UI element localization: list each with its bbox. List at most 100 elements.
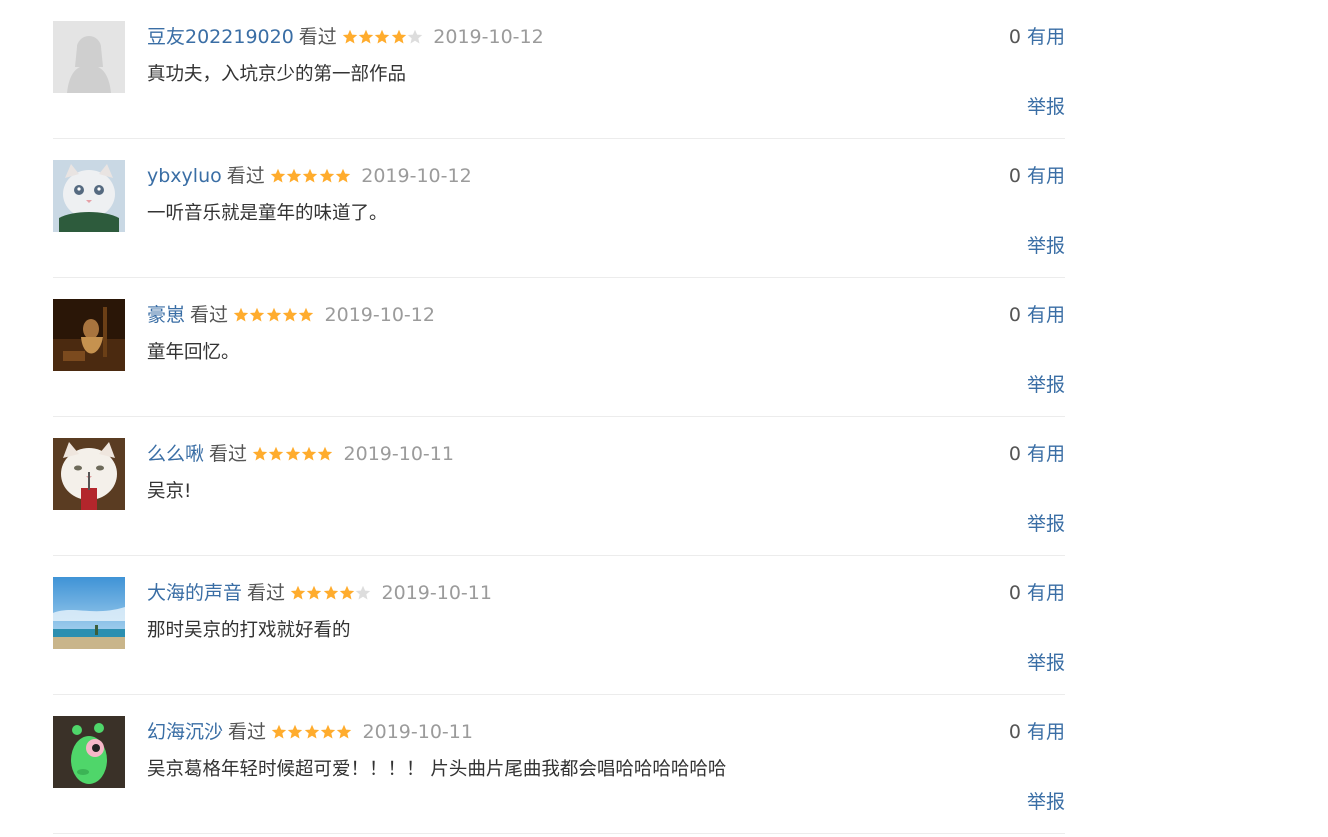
star-filled-icon bbox=[303, 168, 318, 183]
username-link[interactable]: 豪崽 bbox=[147, 302, 185, 328]
star-filled-icon bbox=[250, 307, 265, 322]
star-filled-icon bbox=[285, 446, 300, 461]
useful-button[interactable]: 有用 bbox=[1027, 443, 1065, 465]
useful-button[interactable]: 有用 bbox=[1027, 26, 1065, 48]
star-filled-icon bbox=[299, 307, 314, 322]
comment-date: 2019-10-12 bbox=[361, 165, 472, 187]
watch-status: 看过 bbox=[298, 26, 337, 48]
report-button[interactable]: 举报 bbox=[1027, 94, 1065, 120]
vote-area: 0 有用 bbox=[1009, 163, 1065, 189]
star-filled-icon bbox=[339, 585, 355, 600]
vote-area: 0 有用 bbox=[1009, 441, 1065, 467]
dark-photo-avatar[interactable] bbox=[53, 299, 125, 371]
comment-date: 2019-10-11 bbox=[381, 582, 492, 604]
comment-date: 2019-10-12 bbox=[433, 26, 544, 48]
star-filled-icon bbox=[318, 446, 333, 461]
vote-count: 0 bbox=[1008, 582, 1021, 604]
star-filled-icon bbox=[286, 168, 302, 183]
comment-meta: ybxyluo 看过 2019-10-12 bbox=[147, 163, 472, 189]
username-link[interactable]: 幻海沉沙 bbox=[147, 719, 223, 745]
star-filled-icon bbox=[271, 724, 287, 739]
star-filled-icon bbox=[391, 29, 406, 44]
star-filled-icon bbox=[342, 29, 358, 44]
vote-count: 0 bbox=[1008, 443, 1021, 465]
star-filled-icon bbox=[304, 724, 319, 739]
username-link[interactable]: ybxyluo bbox=[147, 163, 222, 189]
vote-count: 0 bbox=[1008, 165, 1021, 187]
comment-date: 2019-10-11 bbox=[343, 443, 454, 465]
username-link[interactable]: 大海的声音 bbox=[147, 580, 242, 606]
cat-with-cup-avatar[interactable] bbox=[53, 438, 125, 510]
rating-stars bbox=[342, 29, 423, 45]
star-filled-icon bbox=[375, 29, 390, 44]
star-filled-icon bbox=[335, 168, 351, 183]
comment-item: 么么啾 看过 2019-10-11 吴京! 0 有用举报 bbox=[53, 417, 1065, 556]
watch-status: 看过 bbox=[226, 165, 265, 187]
report-button[interactable]: 举报 bbox=[1027, 789, 1065, 815]
green-toy-avatar[interactable] bbox=[53, 716, 125, 788]
default-avatar[interactable] bbox=[53, 21, 125, 93]
report-button[interactable]: 举报 bbox=[1027, 650, 1065, 676]
star-filled-icon bbox=[337, 724, 352, 739]
comment-item: ybxyluo 看过 2019-10-12 一听音乐就是童年的味道了。 0 有用举报 bbox=[53, 139, 1065, 278]
star-filled-icon bbox=[290, 585, 306, 600]
sky-beach-avatar[interactable] bbox=[53, 577, 125, 649]
star-filled-icon bbox=[358, 29, 374, 44]
comment-date: 2019-10-12 bbox=[324, 304, 435, 326]
rating-stars bbox=[270, 168, 351, 184]
useful-button[interactable]: 有用 bbox=[1027, 165, 1065, 187]
vote-area: 0 有用 bbox=[1009, 302, 1065, 328]
vote-area: 0 有用 bbox=[1009, 719, 1065, 745]
star-empty-icon bbox=[407, 29, 423, 44]
watch-status: 看过 bbox=[247, 582, 286, 604]
comment-meta: 大海的声音 看过 2019-10-11 bbox=[147, 580, 492, 606]
report-button[interactable]: 举报 bbox=[1027, 372, 1065, 398]
rating-stars bbox=[271, 724, 352, 740]
watch-status: 看过 bbox=[190, 304, 229, 326]
star-filled-icon bbox=[269, 446, 284, 461]
vote-count: 0 bbox=[1008, 26, 1021, 48]
report-button[interactable]: 举报 bbox=[1027, 511, 1065, 537]
useful-button[interactable]: 有用 bbox=[1027, 582, 1065, 604]
comment-text: 童年回忆。 bbox=[147, 342, 240, 363]
comment-item: 大海的声音 看过 2019-10-11 那时吴京的打戏就好看的 0 有用举报 bbox=[53, 556, 1065, 695]
star-filled-icon bbox=[252, 446, 268, 461]
comment-text: 吴京葛格年轻时候超可爱！！！！ 片头曲片尾曲我都会唱哈哈哈哈哈哈 bbox=[147, 759, 727, 780]
vote-count: 0 bbox=[1008, 721, 1021, 743]
white-cat-avatar[interactable] bbox=[53, 160, 125, 232]
comment-item: 幻海沉沙 看过 2019-10-11 吴京葛格年轻时候超可爱！！！！ 片头曲片尾曲我都… bbox=[53, 695, 1065, 834]
comment-text: 一听音乐就是童年的味道了。 bbox=[147, 203, 388, 224]
username-link[interactable]: 么么啾 bbox=[147, 441, 204, 467]
useful-button[interactable]: 有用 bbox=[1027, 721, 1065, 743]
comment-text: 吴京! bbox=[147, 481, 192, 502]
comment-date: 2019-10-11 bbox=[362, 721, 473, 743]
star-empty-icon bbox=[356, 585, 371, 600]
star-filled-icon bbox=[323, 585, 338, 600]
comment-meta: 豆友202219020 看过 2019-10-12 bbox=[147, 24, 544, 50]
star-filled-icon bbox=[320, 724, 336, 739]
comment-item: 豆友202219020 看过 2019-10-12 真功夫，入坑京少的第一部作品 0 有用… bbox=[53, 0, 1065, 139]
star-filled-icon bbox=[270, 168, 285, 183]
star-filled-icon bbox=[307, 585, 322, 600]
watch-status: 看过 bbox=[209, 443, 248, 465]
username-link[interactable]: 豆友202219020 bbox=[147, 24, 294, 50]
vote-area: 0 有用 bbox=[1009, 580, 1065, 606]
rating-stars bbox=[252, 446, 333, 462]
vote-area: 0 有用 bbox=[1009, 24, 1065, 50]
rating-stars bbox=[233, 307, 314, 323]
vote-count: 0 bbox=[1008, 304, 1021, 326]
comment-meta: 幻海沉沙 看过 2019-10-11 bbox=[147, 719, 473, 745]
watch-status: 看过 bbox=[228, 721, 267, 743]
useful-button[interactable]: 有用 bbox=[1027, 304, 1065, 326]
comment-text: 那时吴京的打戏就好看的 bbox=[147, 620, 351, 641]
comment-text: 真功夫，入坑京少的第一部作品 bbox=[147, 64, 407, 85]
star-filled-icon bbox=[266, 307, 281, 322]
report-button[interactable]: 举报 bbox=[1027, 233, 1065, 259]
star-filled-icon bbox=[319, 168, 334, 183]
star-filled-icon bbox=[233, 307, 249, 322]
rating-stars bbox=[290, 585, 371, 601]
star-filled-icon bbox=[301, 446, 317, 461]
comment-meta: 豪崽 看过 2019-10-12 bbox=[147, 302, 435, 328]
comment-list: 豆友202219020 看过 2019-10-12 真功夫，入坑京少的第一部作品 0 有用… bbox=[53, 0, 1065, 834]
comment-item: 豪崽 看过 2019-10-12 童年回忆。 0 有用举报 bbox=[53, 278, 1065, 417]
